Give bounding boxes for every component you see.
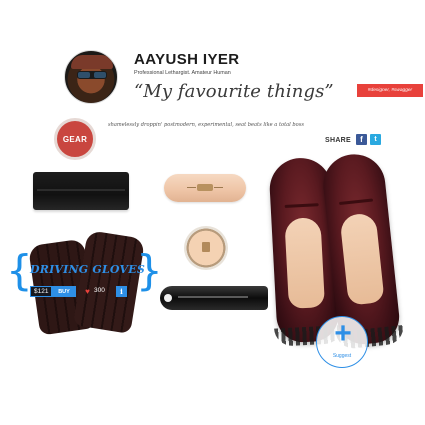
- suggest-label: Suggest: [332, 353, 352, 359]
- heart-icon[interactable]: ♥: [82, 286, 93, 297]
- collection-title: “My favourite things”: [134, 81, 334, 102]
- plus-icon: +: [334, 317, 352, 350]
- profile-name[interactable]: AAYUSH IYER: [134, 51, 240, 68]
- like-count: 300: [94, 287, 105, 294]
- facebook-icon[interactable]: f: [356, 134, 367, 145]
- product-gloves-image[interactable]: [28, 228, 146, 336]
- loafer-lace: [284, 203, 319, 208]
- loafer-insole: [284, 217, 326, 309]
- glove-right: [72, 230, 146, 334]
- info-icon[interactable]: i: [116, 286, 127, 297]
- price-tag: $121: [30, 286, 53, 297]
- product-title[interactable]: DRIVING GLOVES: [30, 263, 145, 276]
- profile-avatar[interactable]: [64, 50, 118, 104]
- product-case-image[interactable]: [164, 174, 246, 202]
- profile-tagline: Professional Lethargist. Amateur Human: [134, 70, 231, 76]
- loafer-lace: [338, 198, 374, 206]
- share-label: SHARE: [325, 137, 352, 144]
- avatar-cap: [71, 55, 113, 69]
- suggest-button[interactable]: + Suggest: [316, 316, 368, 368]
- hashtag-badge[interactable]: #designer, #swagger: [357, 84, 423, 97]
- twitter-icon[interactable]: t: [370, 134, 381, 145]
- category-badge-gear[interactable]: GEAR: [54, 118, 96, 160]
- case-clasp: [187, 184, 223, 191]
- product-tin-image[interactable]: [184, 226, 228, 270]
- buy-button[interactable]: BUY: [52, 286, 76, 297]
- loafer-insole: [339, 212, 385, 306]
- brace-open-icon: {: [6, 246, 33, 295]
- collection-description: shamelessly droppin' postmodern, experim…: [108, 122, 304, 128]
- product-shoehorn-image[interactable]: [160, 286, 268, 310]
- product-wallet-image[interactable]: [33, 172, 129, 210]
- avatar-sunglasses: [77, 71, 107, 79]
